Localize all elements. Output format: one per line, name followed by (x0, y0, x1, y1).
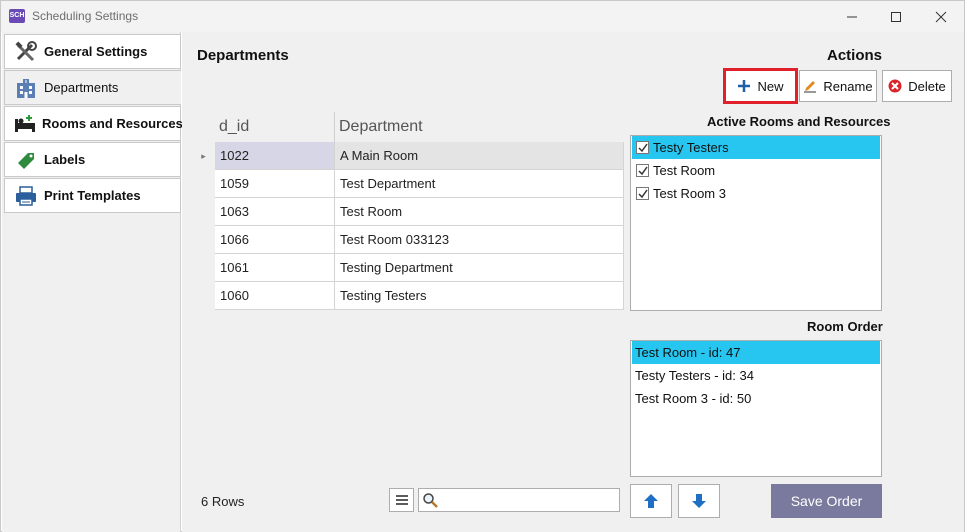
cell-department[interactable]: Testing Testers (335, 282, 624, 310)
save-order-button[interactable]: Save Order (771, 484, 882, 518)
sidebar-item-print-templates[interactable]: Print Templates (4, 178, 181, 213)
grid-menu-button[interactable] (389, 488, 414, 512)
new-button-label: New (757, 78, 784, 94)
sidebar: General Settings Departments Rooms and R… (2, 32, 183, 532)
building-icon (13, 77, 39, 99)
search-box[interactable] (418, 488, 620, 512)
cell-d-id[interactable]: 1063 (215, 198, 335, 226)
sidebar-item-label: Departments (44, 80, 119, 95)
active-room-item[interactable]: Test Room (632, 159, 880, 182)
cell-d-id[interactable]: 1061 (215, 254, 335, 282)
tools-icon (13, 40, 39, 63)
cell-department[interactable]: Testing Department (335, 254, 624, 282)
row-indicator (192, 226, 215, 254)
room-checkbox[interactable] (636, 164, 649, 177)
close-button[interactable] (918, 1, 964, 32)
sidebar-item-rooms-and-resources[interactable]: Rooms and Resources (4, 106, 183, 141)
room-label: Test Room (653, 163, 716, 178)
maximize-button[interactable] (873, 1, 919, 32)
delete-button[interactable]: Delete (882, 70, 952, 102)
table-row[interactable]: 1059 Test Department (192, 170, 624, 198)
room-checkbox[interactable] (636, 141, 649, 154)
rename-button[interactable]: Rename (799, 70, 877, 102)
grid-header: d_id Department (192, 112, 624, 142)
sidebar-item-label: Rooms and Resources (42, 116, 183, 131)
column-header-department[interactable]: Department (335, 112, 624, 142)
active-rooms-list[interactable]: Testy Testers Test Room Test Room 3 (630, 135, 882, 311)
delete-icon (888, 79, 902, 93)
plus-icon (738, 80, 751, 92)
table-row[interactable]: 1063 Test Room (192, 198, 624, 226)
close-icon (935, 11, 947, 22)
hamburger-icon (395, 495, 408, 505)
window-title: Scheduling Settings (32, 9, 139, 23)
maximize-icon (891, 11, 901, 22)
table-row[interactable]: 1060 Testing Testers (192, 282, 624, 310)
column-header-d-id[interactable]: d_id (215, 112, 335, 142)
cell-department[interactable]: Test Room 033123 (335, 226, 624, 254)
sidebar-item-labels[interactable]: Labels (4, 142, 181, 177)
sidebar-item-general-settings[interactable]: General Settings (4, 34, 181, 69)
cell-department[interactable]: A Main Room (335, 142, 624, 170)
table-row[interactable]: ▸ 1022 A Main Room (192, 142, 624, 170)
row-indicator-arrow-icon: ▸ (192, 142, 215, 170)
rename-button-label: Rename (823, 78, 873, 94)
move-down-button[interactable] (678, 484, 720, 518)
room-order-item[interactable]: Testy Testers - id: 34 (632, 364, 880, 387)
room-order-item[interactable]: Test Room 3 - id: 50 (632, 387, 880, 410)
pencil-icon (804, 81, 817, 93)
table-row[interactable]: 1061 Testing Department (192, 254, 624, 282)
search-icon (423, 493, 438, 508)
active-rooms-title: Active Rooms and Resources (707, 114, 891, 129)
search-input[interactable] (439, 491, 617, 509)
minimize-button[interactable] (829, 1, 875, 32)
room-checkbox[interactable] (636, 187, 649, 200)
title-bar: SCH Scheduling Settings (1, 1, 964, 32)
table-row[interactable]: 1066 Test Room 033123 (192, 226, 624, 254)
departments-grid[interactable]: d_id Department ▸ 1022 A Main Room 1059 Test… (192, 112, 624, 312)
cell-department[interactable]: Test Room (335, 198, 624, 226)
sidebar-item-label: General Settings (44, 44, 148, 59)
checkmark-icon (637, 166, 648, 175)
row-indicator (192, 254, 215, 282)
scheduling-settings-window: SCH Scheduling Settings General Settings (0, 0, 965, 532)
room-order-item[interactable]: Test Room - id: 47 (632, 341, 880, 364)
row-indicator (192, 198, 215, 226)
bed-icon (13, 113, 37, 135)
room-label: Testy Testers (653, 140, 729, 155)
printer-icon (13, 185, 39, 207)
checkmark-icon (637, 143, 648, 152)
new-button[interactable]: New (723, 68, 798, 104)
delete-button-label: Delete (908, 78, 946, 94)
cell-d-id[interactable]: 1060 (215, 282, 335, 310)
main-panel: Departments Actions New Rename Delete d_… (182, 32, 964, 532)
room-order-title: Room Order (807, 319, 883, 334)
cell-d-id[interactable]: 1066 (215, 226, 335, 254)
move-up-button[interactable] (630, 484, 672, 518)
row-indicator (192, 170, 215, 198)
checkmark-icon (637, 189, 648, 198)
arrow-up-icon (644, 494, 658, 508)
page-title: Departments (197, 47, 289, 64)
active-room-item[interactable]: Testy Testers (632, 136, 880, 159)
sidebar-item-departments[interactable]: Departments (4, 70, 181, 105)
sidebar-item-label: Labels (44, 152, 86, 167)
cell-d-id[interactable]: 1059 (215, 170, 335, 198)
room-label: Test Room 3 (653, 186, 726, 201)
cell-d-id[interactable]: 1022 (215, 142, 335, 170)
active-room-item[interactable]: Test Room 3 (632, 182, 880, 205)
tag-icon (13, 149, 39, 171)
row-count: 6 Rows (201, 494, 245, 509)
app-icon: SCH (9, 9, 25, 23)
arrow-down-icon (692, 494, 706, 508)
cell-department[interactable]: Test Department (335, 170, 624, 198)
sidebar-item-label: Print Templates (44, 188, 141, 203)
actions-title: Actions (827, 47, 883, 64)
room-order-list[interactable]: Test Room - id: 47 Testy Testers - id: 34… (630, 340, 882, 477)
row-indicator (192, 282, 215, 310)
minimize-icon (847, 16, 857, 17)
